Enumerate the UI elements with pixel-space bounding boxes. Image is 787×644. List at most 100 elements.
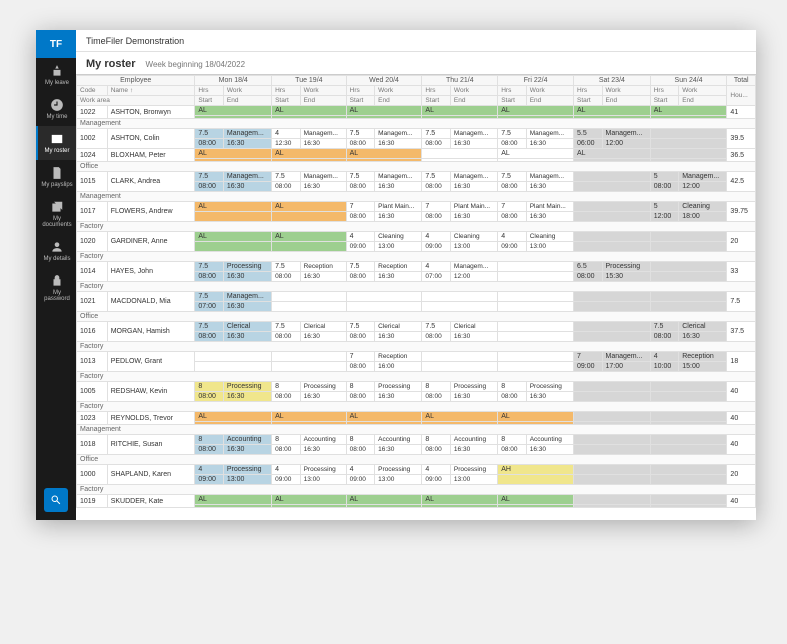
- cell-work[interactable]: Managem...: [526, 172, 573, 182]
- cell-hrs[interactable]: 8: [422, 382, 451, 392]
- cell-hrs[interactable]: 4: [422, 465, 451, 475]
- cell-work[interactable]: Managem...: [450, 172, 497, 182]
- col-name[interactable]: Name ↑: [107, 86, 195, 96]
- cell-work[interactable]: Processing: [375, 382, 422, 392]
- cell-hrs[interactable]: 8: [195, 435, 224, 445]
- cell-hrs[interactable]: 7.5: [195, 292, 224, 302]
- cell-leave[interactable]: AL: [346, 149, 422, 159]
- cell-work[interactable]: Reception: [375, 352, 422, 362]
- cell-leave[interactable]: AL: [574, 106, 651, 116]
- col-total[interactable]: Total: [727, 76, 756, 86]
- cell-empty[interactable]: [650, 412, 727, 422]
- cell-empty[interactable]: [650, 149, 727, 159]
- cell-work[interactable]: Managem...: [375, 172, 422, 182]
- cell-work[interactable]: Managem...: [602, 129, 650, 139]
- cell-empty[interactable]: [346, 292, 422, 302]
- cell-empty[interactable]: [574, 322, 651, 332]
- cell-work[interactable]: Accounting: [526, 435, 573, 445]
- cell-work[interactable]: Processing: [300, 382, 346, 392]
- cell-leave[interactable]: AL: [195, 202, 272, 212]
- cell-hrs[interactable]: 7: [346, 202, 375, 212]
- cell-hrs[interactable]: 7.5: [498, 172, 527, 182]
- cell-empty[interactable]: [272, 292, 347, 302]
- cell-leave[interactable]: AL: [272, 495, 347, 505]
- cell-hrs[interactable]: 4: [272, 129, 301, 139]
- cell-hrs[interactable]: 7: [422, 202, 451, 212]
- cell-leave[interactable]: AL: [422, 412, 498, 422]
- nav-my-details[interactable]: My details: [36, 234, 76, 268]
- cell-hrs[interactable]: 7.5: [272, 172, 301, 182]
- cell-hrs[interactable]: 7.5: [650, 322, 679, 332]
- cell-work[interactable]: Cleaning: [679, 202, 727, 212]
- cell-empty[interactable]: [574, 435, 651, 445]
- cell-leave[interactable]: AL: [272, 232, 347, 242]
- cell-hrs[interactable]: 5: [650, 172, 679, 182]
- cell-hrs[interactable]: 7.5: [195, 129, 224, 139]
- cell-work[interactable]: Managem...: [450, 262, 497, 272]
- roster-row[interactable]: 1020GARDINER, AnneALAL4Cleaning4Cleaning…: [77, 232, 756, 242]
- cell-hrs[interactable]: 7.5: [272, 322, 301, 332]
- cell-hrs[interactable]: 7.5: [195, 262, 224, 272]
- cell-work[interactable]: Processing: [300, 465, 346, 475]
- cell-hrs[interactable]: 7.5: [195, 172, 224, 182]
- cell-empty[interactable]: [498, 292, 574, 302]
- cell-empty[interactable]: [650, 129, 727, 139]
- cell-empty[interactable]: [650, 382, 727, 392]
- cell-leave[interactable]: AL: [346, 412, 422, 422]
- roster-row[interactable]: 1016MORGAN, Hamish7.5Clerical7.5Clerical…: [77, 322, 756, 332]
- cell-empty[interactable]: [574, 232, 651, 242]
- roster-row[interactable]: 1005REDSHAW, Kevin8Processing8Processing…: [77, 382, 756, 392]
- cell-empty[interactable]: [650, 292, 727, 302]
- roster-grid[interactable]: EmployeeMon 18/4Tue 19/4Wed 20/4Thu 21/4…: [76, 74, 756, 520]
- cell-work[interactable]: Clerical: [679, 322, 727, 332]
- cell-empty[interactable]: [574, 495, 651, 505]
- cell-work[interactable]: Cleaning: [526, 232, 573, 242]
- cell-empty[interactable]: [574, 292, 651, 302]
- cell-leave[interactable]: AL: [195, 412, 272, 422]
- cell-empty[interactable]: [574, 382, 651, 392]
- nav-my-documents[interactable]: My documents: [36, 194, 76, 234]
- cell-hrs[interactable]: 4: [346, 232, 375, 242]
- cell-hrs[interactable]: 4: [346, 465, 375, 475]
- cell-leave[interactable]: AL: [650, 106, 727, 116]
- cell-hrs[interactable]: 8: [498, 435, 527, 445]
- search-button[interactable]: [44, 488, 68, 512]
- cell-leave[interactable]: AL: [195, 149, 272, 159]
- cell-hrs[interactable]: 8: [346, 435, 375, 445]
- cell-leave[interactable]: AL: [195, 232, 272, 242]
- cell-hrs[interactable]: 7.5: [346, 172, 375, 182]
- cell-work[interactable]: Reception: [375, 262, 422, 272]
- cell-leave[interactable]: AL: [346, 495, 422, 505]
- cell-work[interactable]: Processing: [223, 382, 271, 392]
- cell-hrs[interactable]: 8: [346, 382, 375, 392]
- cell-work[interactable]: Processing: [602, 262, 650, 272]
- cell-hrs[interactable]: 8: [195, 382, 224, 392]
- nav-my-roster[interactable]: My roster: [36, 126, 76, 160]
- cell-empty[interactable]: [498, 262, 574, 272]
- cell-work[interactable]: Managem...: [602, 352, 650, 362]
- col-code[interactable]: Code: [77, 86, 108, 96]
- cell-hrs[interactable]: 8: [272, 382, 301, 392]
- cell-empty[interactable]: [574, 172, 651, 182]
- cell-empty[interactable]: [650, 495, 727, 505]
- cell-leave[interactable]: AL: [498, 412, 574, 422]
- cell-empty[interactable]: [498, 352, 574, 362]
- cell-work[interactable]: Processing: [223, 465, 271, 475]
- cell-work[interactable]: Cleaning: [375, 232, 422, 242]
- cell-hrs[interactable]: 5: [650, 202, 679, 212]
- cell-work[interactable]: Reception: [300, 262, 346, 272]
- cell-hrs[interactable]: 7.5: [498, 129, 527, 139]
- cell-work[interactable]: Clerical: [375, 322, 422, 332]
- cell-work[interactable]: Processing: [223, 262, 271, 272]
- cell-hrs[interactable]: 7: [498, 202, 527, 212]
- cell-hrs[interactable]: 4: [272, 465, 301, 475]
- roster-row[interactable]: 1013PEDLOW, Grant7Reception7Managem...4R…: [77, 352, 756, 362]
- cell-empty[interactable]: [650, 465, 727, 475]
- cell-work[interactable]: Plant Main...: [526, 202, 573, 212]
- roster-row[interactable]: 1017FLOWERS, AndrewALAL7Plant Main...7Pl…: [77, 202, 756, 212]
- cell-leave[interactable]: AL: [498, 495, 574, 505]
- nav-my-password[interactable]: My password: [36, 268, 76, 308]
- cell-leave[interactable]: AL: [498, 149, 574, 159]
- cell-hrs[interactable]: 7.5: [195, 322, 224, 332]
- cell-work[interactable]: Accounting: [223, 435, 271, 445]
